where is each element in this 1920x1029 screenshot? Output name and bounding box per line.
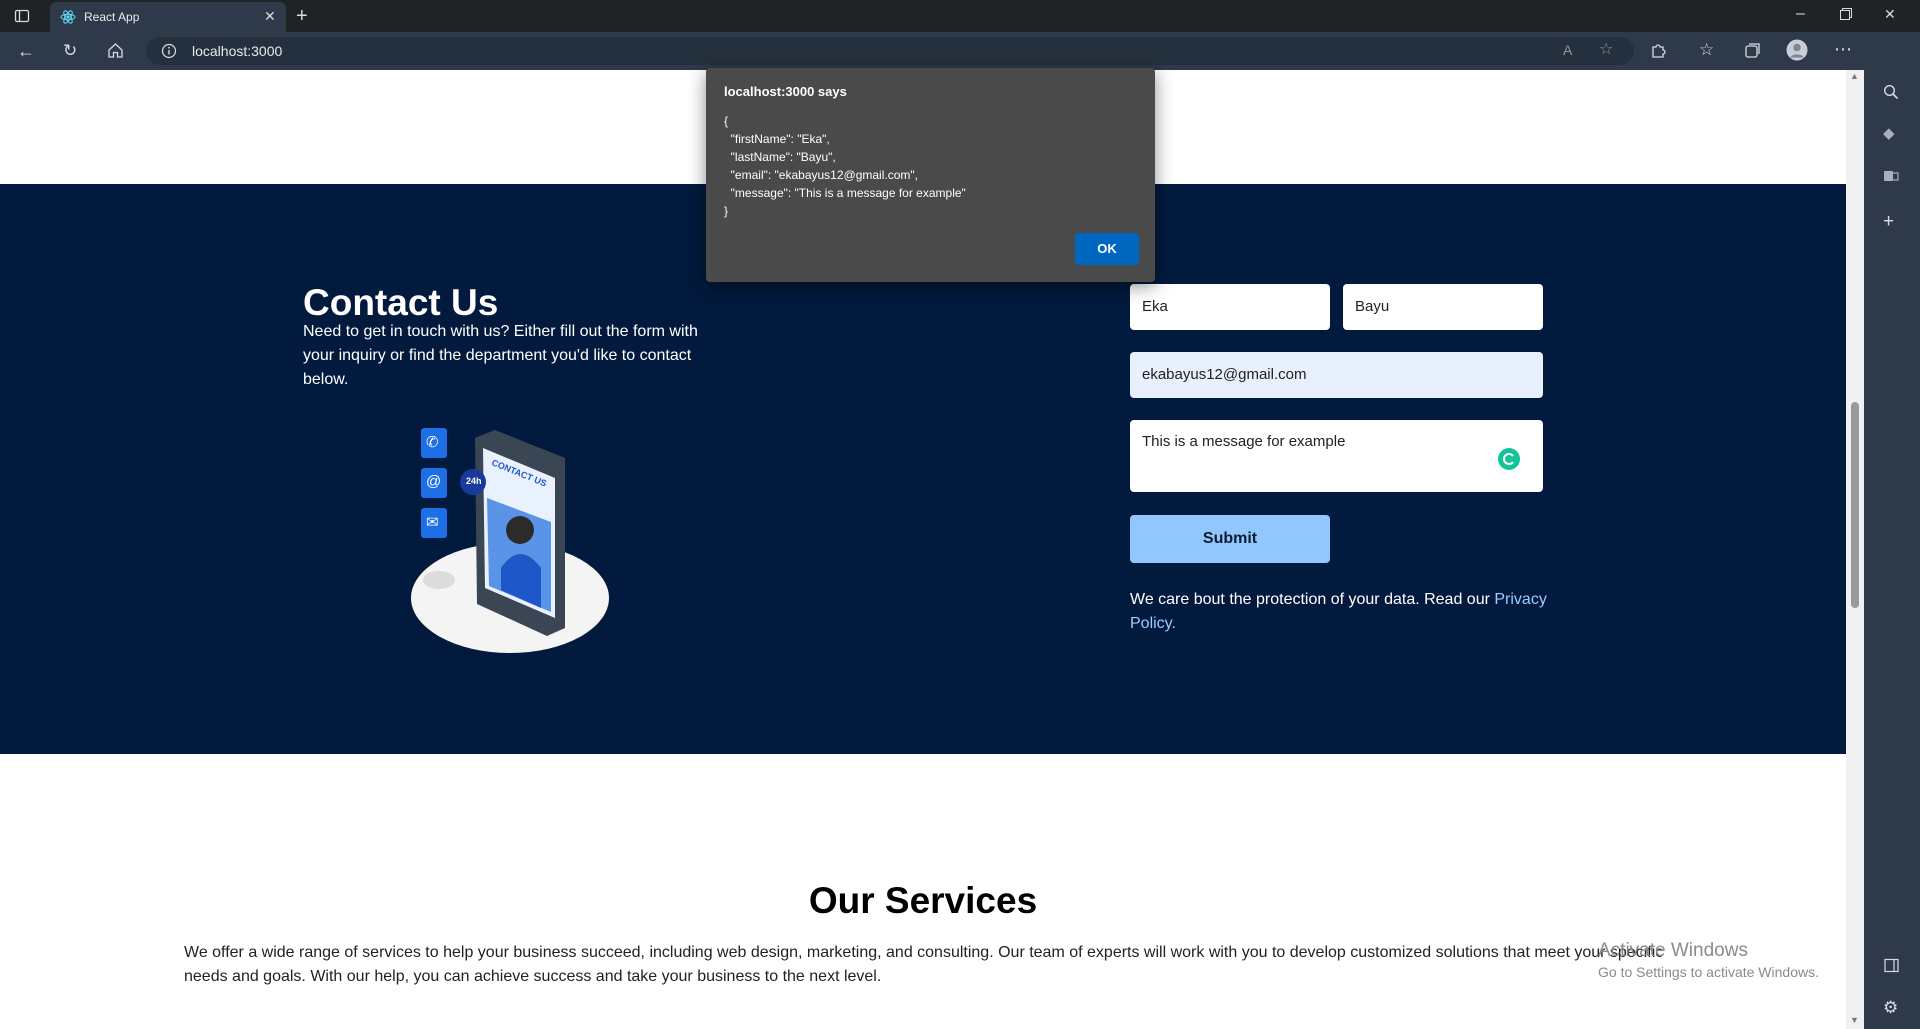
contact-description: Need to get in touch with us? Either fil… bbox=[303, 323, 698, 388]
submit-button[interactable]: Submit bbox=[1130, 515, 1330, 563]
scroll-up-arrow-icon[interactable]: ▲ bbox=[1850, 72, 1859, 81]
collections-icon[interactable] bbox=[1744, 42, 1761, 63]
contact-illustration bbox=[411, 428, 609, 653]
privacy-note: We care bout the protection of your data… bbox=[1130, 588, 1550, 636]
tools-icon[interactable]: ◆ bbox=[1883, 126, 1895, 141]
dialog-message: { "firstName": "Eka", "lastName": "Bayu"… bbox=[724, 114, 966, 218]
scrollbar-thumb[interactable] bbox=[1851, 402, 1859, 608]
tab-actions-icon[interactable] bbox=[14, 8, 30, 28]
email-field[interactable]: ekabayus12@gmail.com bbox=[1130, 352, 1543, 398]
back-arrow-icon[interactable]: ← bbox=[17, 42, 35, 60]
phone-icon: ✆ bbox=[426, 434, 439, 451]
sidebar-toggle-icon[interactable] bbox=[1884, 958, 1899, 977]
read-aloud-icon[interactable]: A bbox=[1563, 43, 1572, 57]
puzzle-icon[interactable] bbox=[1650, 42, 1667, 63]
add-icon[interactable]: + bbox=[1883, 212, 1894, 231]
info-icon[interactable] bbox=[161, 43, 177, 63]
message-field[interactable]: This is a message for example bbox=[1130, 420, 1543, 492]
more-icon[interactable]: ⋯ bbox=[1834, 40, 1852, 58]
alert-dialog: localhost:3000 says { "firstName": "Eka"… bbox=[706, 68, 1155, 282]
scroll-down-arrow-icon[interactable]: ▼ bbox=[1850, 1016, 1859, 1025]
badge-24h: 24h bbox=[466, 476, 482, 486]
settings-icon[interactable]: ⚙ bbox=[1883, 999, 1898, 1016]
contact-title: Contact Us bbox=[303, 282, 499, 323]
url-text[interactable]: localhost:3000 bbox=[192, 43, 282, 59]
react-icon bbox=[60, 9, 76, 30]
favorites-icon[interactable]: ☆ bbox=[1699, 41, 1714, 58]
new-tab-icon[interactable]: + bbox=[296, 6, 308, 26]
ok-button[interactable]: OK bbox=[1075, 233, 1139, 265]
reload-icon[interactable]: ↻ bbox=[63, 42, 77, 59]
message-text: This is a message for example bbox=[1142, 433, 1346, 450]
tab-title: React App bbox=[84, 10, 140, 24]
address-bar[interactable] bbox=[146, 37, 1634, 65]
close-window-icon[interactable]: ✕ bbox=[1884, 7, 1896, 21]
first-name-field[interactable]: Eka bbox=[1130, 284, 1330, 330]
services-description: We offer a wide range of services to hel… bbox=[184, 944, 1664, 985]
mail-icon: ✉ bbox=[426, 514, 439, 531]
close-tab-icon[interactable]: ✕ bbox=[264, 9, 276, 23]
restore-icon[interactable] bbox=[1840, 8, 1852, 24]
last-name-field[interactable]: Bayu bbox=[1343, 284, 1543, 330]
at-sign-icon: @ bbox=[426, 473, 442, 490]
privacy-text: We care bout the protection of your data… bbox=[1130, 591, 1490, 608]
activate-windows-subtitle: Go to Settings to activate Windows. bbox=[1598, 964, 1819, 980]
home-icon[interactable] bbox=[107, 42, 124, 63]
tab-react-app[interactable]: React App ✕ bbox=[50, 2, 286, 32]
profile-icon[interactable] bbox=[1786, 39, 1808, 65]
outlook-icon[interactable] bbox=[1883, 168, 1899, 188]
grammarly-icon[interactable] bbox=[1498, 448, 1520, 475]
search-icon[interactable] bbox=[1883, 84, 1899, 104]
dialog-title: localhost:3000 says bbox=[724, 84, 847, 99]
browser-tab-bar: React App ✕ + – ✕ bbox=[0, 0, 1920, 32]
activate-windows-title: Activate Windows bbox=[1598, 940, 1748, 961]
services-title: Our Services bbox=[808, 880, 1038, 921]
minimize-icon[interactable]: – bbox=[1796, 6, 1805, 22]
add-favorite-icon[interactable]: ☆ bbox=[1599, 42, 1613, 58]
